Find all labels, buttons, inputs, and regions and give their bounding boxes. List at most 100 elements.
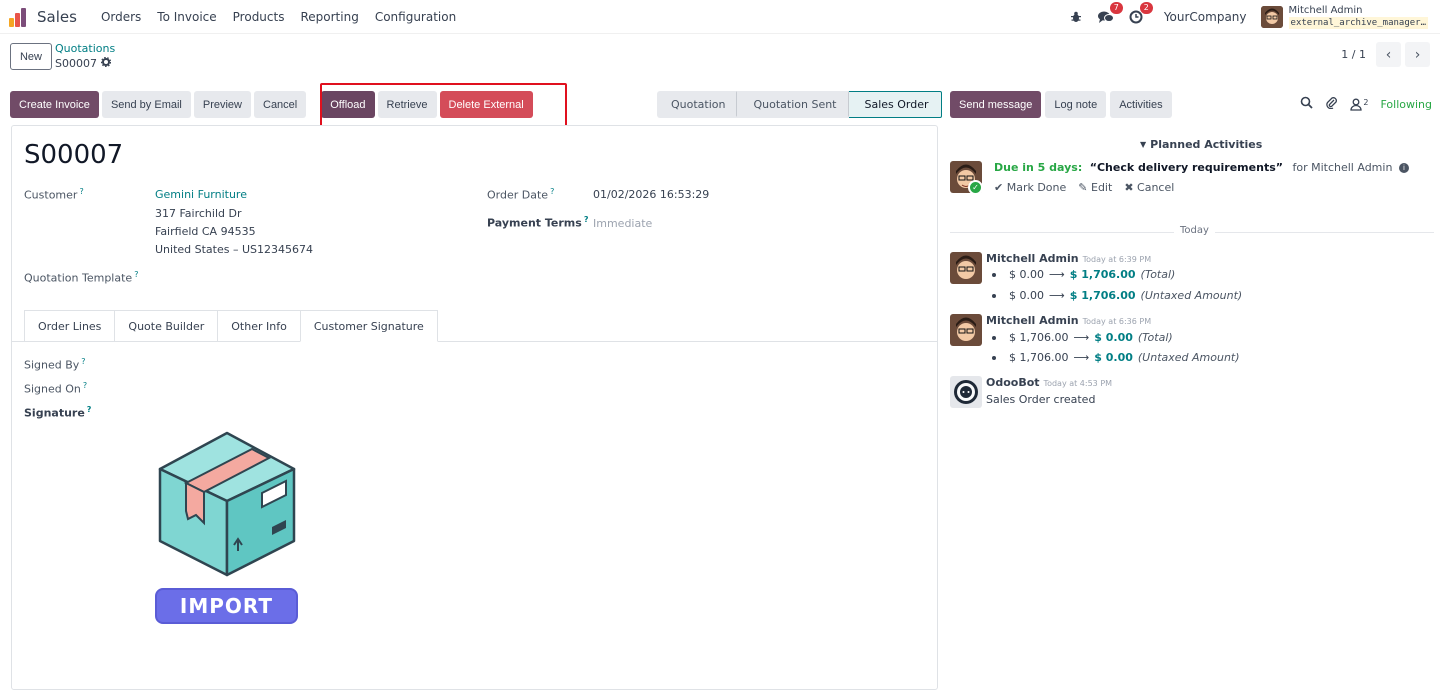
cancel-activity-button[interactable]: ✖ Cancel [1124,181,1174,194]
gear-icon[interactable] [100,56,112,71]
signature-image[interactable]: IMPORT [154,431,300,626]
activities-badge: 2 [1139,2,1153,14]
navbar-systray: 7 2 YourCompany Mitchell Admin external_… [1068,0,1428,34]
user-avatar [1260,6,1283,28]
message-avatar[interactable] [950,252,982,284]
app-name[interactable]: Sales [37,8,77,26]
chatter-buttons: Send message Log note Activities [950,91,1172,118]
breadcrumb-current: S00007 [55,57,97,70]
company-switcher[interactable]: YourCompany [1164,10,1247,24]
main-menu: Orders To Invoice Products Reporting Con… [93,10,464,24]
message-date: Today at 4:53 PM [1043,379,1113,388]
edit-activity-button[interactable]: ✎ Edit [1078,181,1112,194]
clock-icon[interactable]: 2 [1128,2,1153,25]
tab-other-info[interactable]: Other Info [217,310,301,342]
search-icon[interactable] [1300,96,1314,112]
tracking-line: $ 0.00 ⟶ $ 1,706.00 (Untaxed Amount) [992,289,1242,302]
user-name: Mitchell Admin [1288,5,1363,16]
stage-quotation-sent[interactable]: Quotation Sent [737,91,849,118]
planned-activities-toggle[interactable]: ▼ Planned Activities [1140,138,1262,151]
payment-terms-value[interactable]: Immediate [593,217,652,230]
app-logo-icon[interactable] [9,7,29,27]
notebook-tabs: Order Lines Quote Builder Other Info Cus… [24,310,438,342]
follower-icon[interactable]: 2 [1350,98,1368,111]
planned-activities-title: Planned Activities [1150,138,1263,151]
following-button[interactable]: Following [1380,98,1432,111]
chevron-left-icon[interactable]: ‹ [1376,42,1401,67]
control-panel: New Quotations S00007 1 / 1 ‹ › [0,34,1440,82]
mark-done-button[interactable]: ✔ Mark Done [994,181,1066,194]
cancel-button[interactable]: Cancel [254,91,307,118]
customer-link[interactable]: Gemini Furniture [155,188,247,201]
chatter-topbar-right: 2 Following [1300,96,1432,112]
breadcrumb-quotations[interactable]: Quotations [55,41,115,56]
menu-reporting[interactable]: Reporting [292,10,366,24]
send-message-button[interactable]: Send message [950,91,1042,118]
odoobot-avatar[interactable] [950,376,982,408]
check-icon: ✓ [968,180,983,195]
send-by-email-button[interactable]: Send by Email [101,91,191,118]
signed-by-label: Signed By? [24,357,86,372]
log-note-button[interactable]: Log note [1045,91,1107,118]
stage-sales-order[interactable]: Sales Order [848,91,942,118]
message-body: Sales Order created [986,393,1096,406]
check-icon: ✔ [994,181,1004,194]
chevron-right-icon[interactable]: › [1405,42,1430,67]
message-author[interactable]: Mitchell Admin [986,314,1079,327]
activity-due: Due in 5 days: [994,161,1083,174]
tracking-line: $ 1,706.00 ⟶ $ 0.00 (Total) [992,331,1173,344]
message-author[interactable]: Mitchell Admin [986,252,1079,265]
chatter: Send message Log note Activities 2 Follo… [950,84,1440,700]
top-navbar: Sales Orders To Invoice Products Reporti… [0,0,1440,34]
breadcrumb: Quotations S00007 [55,41,115,71]
signed-on-label: Signed On? [24,381,88,396]
messages-badge: 7 [1109,2,1123,14]
quotation-template-label: Quotation Template? [24,270,139,285]
menu-orders[interactable]: Orders [93,10,149,24]
info-icon[interactable]: i [1398,163,1409,173]
address-line2: Fairfield CA 94535 [155,225,256,238]
paperclip-icon[interactable] [1325,96,1338,112]
new-button[interactable]: New [10,43,52,70]
activity-assignee: for Mitchell Admin [1292,161,1393,174]
times-icon: ✖ [1124,181,1134,194]
stage-quotation[interactable]: Quotation [657,91,738,118]
message-avatar[interactable] [950,314,982,346]
tab-customer-signature[interactable]: Customer Signature [299,310,438,342]
form-sheet: S00007 Customer? Gemini Furniture 317 Fa… [11,125,938,690]
highlight-box [320,83,567,128]
bug-icon[interactable] [1068,9,1084,25]
order-date-value[interactable]: 01/02/2026 16:53:29 [593,188,709,201]
message-author[interactable]: OdooBot [986,376,1040,389]
arrow-right-icon: ⟶ [1049,268,1065,281]
tab-quote-builder[interactable]: Quote Builder [114,310,219,342]
menu-configuration[interactable]: Configuration [367,10,464,24]
caret-down-icon: ▼ [1140,140,1147,149]
menu-products[interactable]: Products [225,10,293,24]
tab-order-lines[interactable]: Order Lines [24,310,116,342]
tracking-line: $ 0.00 ⟶ $ 1,706.00 (Total) [992,268,1175,281]
create-invoice-button[interactable]: Create Invoice [10,91,99,118]
address-line3: United States – US12345674 [155,243,314,256]
tracking-line: $ 1,706.00 ⟶ $ 0.00 (Untaxed Amount) [992,351,1240,364]
date-separator-label: Today [1174,225,1215,236]
record-name: S00007 [24,140,124,170]
activity-summary: “Check delivery requirements” [1089,161,1283,174]
pager-value[interactable]: 1 / 1 [1341,48,1366,61]
database-name: external_archive_manager… [1288,17,1428,29]
user-menu[interactable]: Mitchell Admin external_archive_manager… [1260,5,1428,29]
pager: 1 / 1 ‹ › [1341,42,1430,67]
chat-icon[interactable]: 7 [1097,2,1123,25]
signature-label: Signature? [24,405,92,420]
import-label: IMPORT [155,588,298,624]
arrow-right-icon: ⟶ [1049,289,1065,302]
preview-button[interactable]: Preview [193,91,251,118]
activities-button[interactable]: Activities [1110,91,1172,118]
arrow-right-icon: ⟶ [1073,351,1090,364]
followers-count: 2 [1363,97,1369,107]
customer-label: Customer? [24,187,84,202]
menu-to-invoice[interactable]: To Invoice [149,10,224,24]
box-icon [158,431,296,577]
pencil-icon: ✎ [1078,181,1088,194]
status-bar: Quotation Quotation Sent Sales Order [657,91,942,118]
